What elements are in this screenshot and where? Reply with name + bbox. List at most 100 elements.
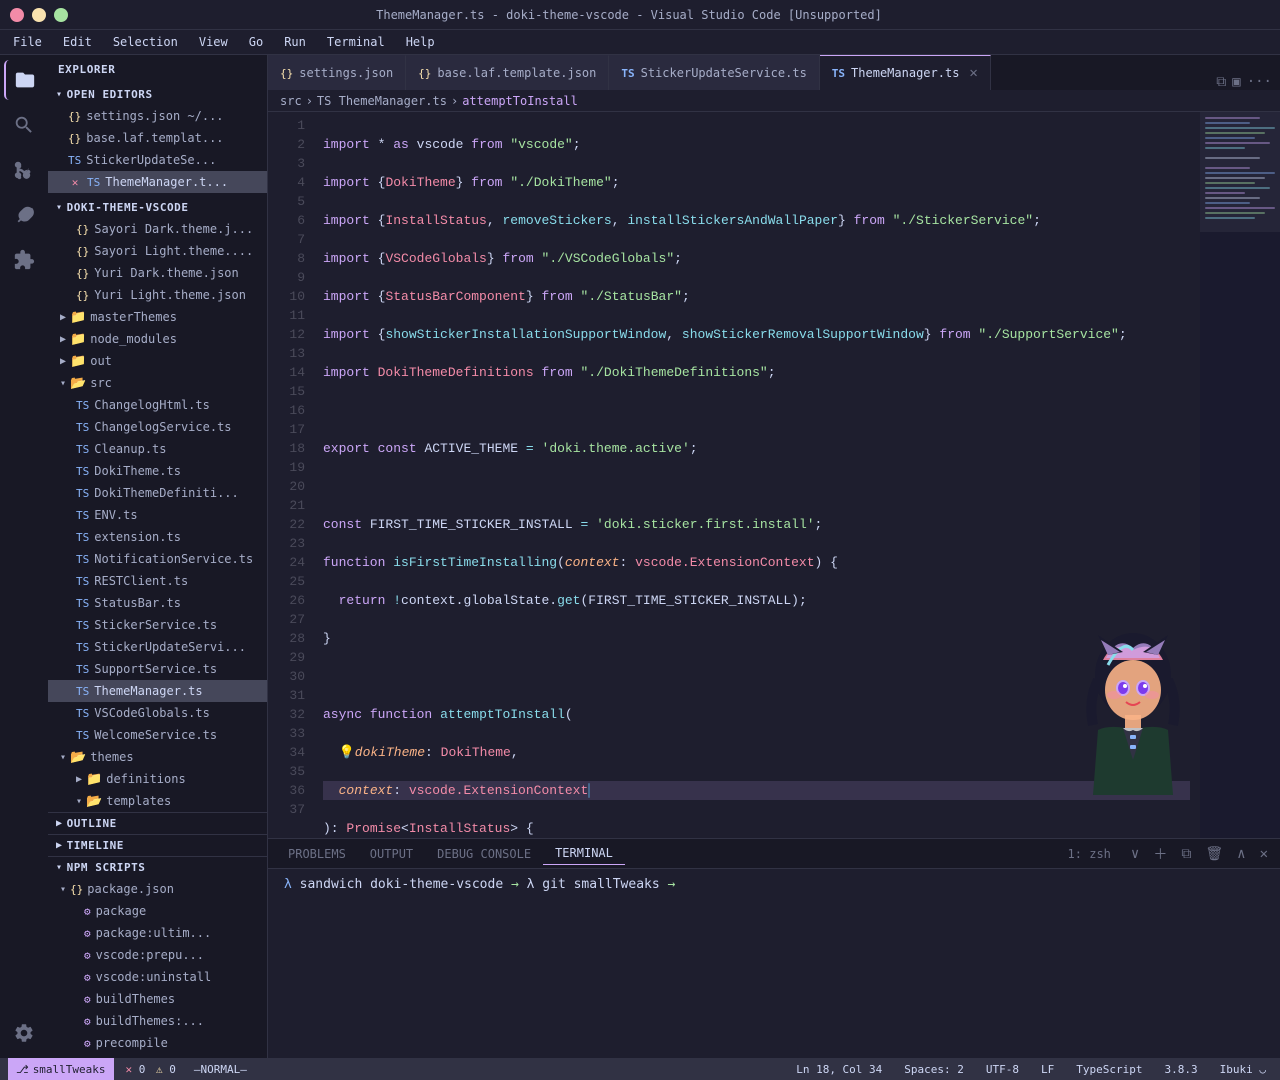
explorer-header[interactable]: EXPLORER [48,55,267,80]
npm-vscode-prepu[interactable]: ⚙ vscode:prepu... [48,944,267,966]
sidebar-cleanup[interactable]: TS Cleanup.ts [48,438,267,460]
menu-edit[interactable]: Edit [55,33,100,51]
sidebar-statusbar[interactable]: TS StatusBar.ts [48,592,267,614]
terminal-split-icon[interactable]: ⧉ [1177,844,1195,864]
terminal-add-icon[interactable]: ＋ [1149,842,1171,866]
statusbar-language[interactable]: TypeScript [1070,1063,1148,1076]
sidebar-dokithemedefiniti[interactable]: TS DokiThemeDefiniti... [48,482,267,504]
minimize-button[interactable] [32,8,46,22]
sidebar-restclient[interactable]: TS RESTClient.ts [48,570,267,592]
sidebar-templates[interactable]: ▾ 📂 templates [48,790,267,812]
activity-run[interactable] [4,195,44,235]
terminal-collapse-icon[interactable]: ∧ [1233,844,1249,864]
statusbar-line-ending[interactable]: LF [1035,1063,1060,1076]
statusbar-encoding[interactable]: UTF-8 [980,1063,1025,1076]
open-editor-base-laf[interactable]: {} base.laf.templat... [48,127,267,149]
activity-settings[interactable] [4,1013,44,1053]
sidebar-stickerupdateservi[interactable]: TS StickerUpdateServi... [48,636,267,658]
more-actions-icon[interactable]: ··· [1247,74,1272,90]
activity-explorer[interactable] [4,60,44,100]
sidebar-env[interactable]: TS ENV.ts [48,504,267,526]
open-editors-header[interactable]: ▾ OPEN EDITORS [48,80,267,105]
npm-vscode-uninstall[interactable]: ⚙ vscode:uninstall [48,966,267,988]
sidebar-supportservice[interactable]: TS SupportService.ts [48,658,267,680]
breadcrumb-file[interactable]: TS ThemeManager.ts [317,94,447,108]
npm-precompile[interactable]: ⚙ precompile [48,1032,267,1054]
npm-buildthemes-ellipsis[interactable]: ⚙ buildThemes:... [48,1010,267,1032]
breadcrumb-src[interactable]: src [280,94,302,108]
sidebar-notificationservice[interactable]: TS NotificationService.ts [48,548,267,570]
statusbar-position[interactable]: Ln 18, Col 34 [790,1063,888,1076]
menu-run[interactable]: Run [276,33,314,51]
statusbar-version[interactable]: 3.8.3 [1159,1063,1204,1076]
sidebar-stickerservice[interactable]: TS StickerService.ts [48,614,267,636]
sidebar-thememanager[interactable]: TS ThemeManager.ts [48,680,267,702]
close-icon[interactable]: ✕ [68,176,82,189]
sidebar-sayori-light[interactable]: {} Sayori Light.theme.... [48,240,267,262]
terminal-close-icon[interactable]: ✕ [1256,844,1272,864]
sidebar-out[interactable]: ▶ 📁 out [48,350,267,372]
menu-go[interactable]: Go [241,33,271,51]
split-editor-icon[interactable]: ⧉ [1216,74,1226,90]
activity-extensions[interactable] [4,240,44,280]
sidebar-yuri-dark[interactable]: {} Yuri Dark.theme.json [48,262,267,284]
npm-package[interactable]: ⚙ package [48,900,267,922]
sidebar-changeloghtml[interactable]: TS ChangelogHtml.ts [48,394,267,416]
minimap-preview [1200,112,1280,712]
npm-buildthemes[interactable]: ⚙ buildThemes [48,988,267,1010]
npm-package-ultim[interactable]: ⚙ package:ultim... [48,922,267,944]
sidebar-yuri-light[interactable]: {} Yuri Light.theme.json [48,284,267,306]
terminal-trash-icon[interactable]: 🗑 [1201,844,1227,864]
activity-search[interactable] [4,105,44,145]
sidebar-welcomeservice[interactable]: TS WelcomeService.ts [48,724,267,746]
code-editor[interactable]: 12345 678910 1112131415 1617181920 21222… [268,112,1280,838]
open-editor-settings[interactable]: {} settings.json ~/... [48,105,267,127]
titlebar-controls[interactable] [10,8,68,22]
sidebar-definitions[interactable]: ▶ 📁 definitions [48,768,267,790]
sidebar-dokitheme[interactable]: TS DokiTheme.ts [48,460,267,482]
npm-package-json[interactable]: ▾ {} package.json [48,878,267,900]
tab-settings[interactable]: {} settings.json [268,55,406,90]
npm-scripts-section[interactable]: ▾ NPM SCRIPTS [48,856,267,878]
menu-view[interactable]: View [191,33,236,51]
menu-file[interactable]: File [5,33,50,51]
definitions-name: definitions [106,772,185,786]
terminal-tab-problems[interactable]: PROBLEMS [276,843,358,865]
open-editor-sticker[interactable]: TS StickerUpdateSe... [48,149,267,171]
activity-source-control[interactable] [4,150,44,190]
terminal-tab-debug-console[interactable]: DEBUG CONSOLE [425,843,543,865]
git-branch[interactable]: ⎇ smallTweaks [8,1058,114,1080]
sidebar-node-modules[interactable]: ▶ 📁 node_modules [48,328,267,350]
statusbar-user[interactable]: Ibuki ◡ [1214,1063,1272,1076]
close-button[interactable] [10,8,24,22]
tab-base-laf[interactable]: {} base.laf.template.json [406,55,609,90]
terminal-tab-output[interactable]: OUTPUT [358,843,425,865]
sidebar-sayori-dark[interactable]: {} Sayori Dark.theme.j... [48,218,267,240]
tab-close-icon[interactable]: ✕ [969,65,977,81]
menu-selection[interactable]: Selection [105,33,186,51]
sidebar-changelogservice[interactable]: TS ChangelogService.ts [48,416,267,438]
sidebar-masterthemes[interactable]: ▶ 📁 masterThemes [48,306,267,328]
outline-section[interactable]: ▶ OUTLINE [48,812,267,834]
breadcrumb-func[interactable]: attemptToInstall [462,94,578,108]
sidebar-vscodeglobals[interactable]: TS VSCodeGlobals.ts [48,702,267,724]
statusbar-spaces[interactable]: Spaces: 2 [898,1063,970,1076]
menu-help[interactable]: Help [398,33,443,51]
tab-theme-manager[interactable]: TS ThemeManager.ts ✕ [820,55,991,90]
tab-sticker-update[interactable]: TS StickerUpdateService.ts [609,55,819,90]
maximize-button[interactable] [54,8,68,22]
project-header[interactable]: ▾ DOKI-THEME-VSCODE [48,193,267,218]
sidebar-themes-folder[interactable]: ▾ 📂 themes [48,746,267,768]
code-content[interactable]: import * as vscode from "vscode"; import… [313,112,1200,838]
sidebar-src[interactable]: ▾ 📂 src [48,372,267,394]
terminal-tab-terminal[interactable]: TERMINAL [543,842,625,865]
terminal-dropdown-icon[interactable]: ∨ [1127,844,1143,864]
statusbar-errors[interactable]: ✕ 0 ⚠ 0 [120,1063,182,1076]
menu-terminal[interactable]: Terminal [319,33,393,51]
sidebar-extension[interactable]: TS extension.ts [48,526,267,548]
minimap[interactable] [1200,112,1280,838]
toggle-panel-icon[interactable]: ▣ [1232,74,1240,90]
terminal-content[interactable]: λ sandwich doki-theme-vscode → λ git sma… [268,869,1280,1058]
open-editor-thememanager[interactable]: ✕ TS ThemeManager.t... [48,171,267,193]
timeline-section[interactable]: ▶ TIMELINE [48,834,267,856]
